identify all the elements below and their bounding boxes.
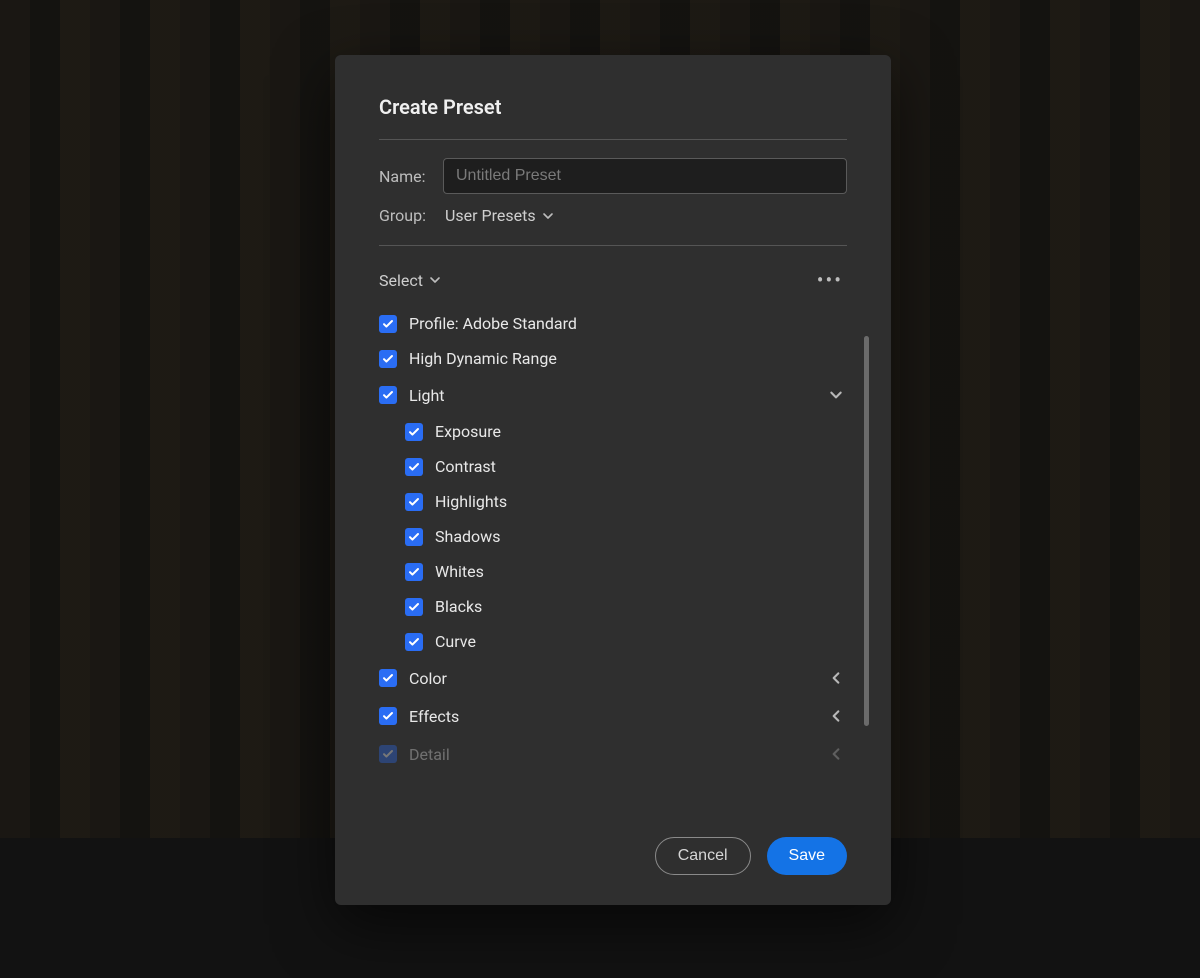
option-profile: Profile: Adobe Standard xyxy=(379,306,847,341)
option-detail: Detail xyxy=(379,735,847,773)
option-label: Blacks xyxy=(435,597,847,616)
chevron-down-icon xyxy=(429,274,441,286)
chevron-left-icon[interactable] xyxy=(825,667,847,689)
checkbox-exposure[interactable] xyxy=(405,423,423,441)
option-exposure: Exposure xyxy=(379,414,847,449)
chevron-down-icon[interactable] xyxy=(825,384,847,406)
dialog-footer: Cancel Save xyxy=(379,809,847,875)
chevron-down-icon xyxy=(542,210,554,222)
option-label: Color xyxy=(409,669,825,688)
options-scroll-area: Profile: Adobe Standard High Dynamic Ran… xyxy=(379,306,867,809)
option-label: Highlights xyxy=(435,492,847,511)
select-label: Select xyxy=(379,271,423,290)
scrollbar-track[interactable] xyxy=(863,306,869,809)
checkbox-contrast[interactable] xyxy=(405,458,423,476)
save-button[interactable]: Save xyxy=(767,837,847,875)
group-row: Group: User Presets xyxy=(379,206,847,225)
option-color: Color xyxy=(379,659,847,697)
checkbox-color[interactable] xyxy=(379,669,397,687)
preset-name-input[interactable] xyxy=(443,158,847,194)
options-list: Profile: Adobe Standard High Dynamic Ran… xyxy=(379,306,847,809)
group-value: User Presets xyxy=(445,206,536,225)
name-row: Name: xyxy=(379,158,847,194)
scrollbar-thumb[interactable] xyxy=(864,336,869,726)
checkbox-shadows[interactable] xyxy=(405,528,423,546)
option-curve: Curve xyxy=(379,624,847,659)
chevron-left-icon[interactable] xyxy=(825,743,847,765)
option-light: Light xyxy=(379,376,847,414)
dialog-title: Create Preset xyxy=(379,95,847,119)
option-highlights: Highlights xyxy=(379,484,847,519)
option-label: Shadows xyxy=(435,527,847,546)
option-shadows: Shadows xyxy=(379,519,847,554)
option-label: Whites xyxy=(435,562,847,581)
form-section: Name: Group: User Presets xyxy=(379,140,847,245)
option-label: Contrast xyxy=(435,457,847,476)
more-options-button[interactable]: ••• xyxy=(813,264,847,296)
checkbox-blacks[interactable] xyxy=(405,598,423,616)
option-label: Effects xyxy=(409,707,825,726)
option-blacks: Blacks xyxy=(379,589,847,624)
checkbox-profile[interactable] xyxy=(379,315,397,333)
group-label: Group: xyxy=(379,206,443,225)
cancel-button[interactable]: Cancel xyxy=(655,837,751,875)
checkbox-highlights[interactable] xyxy=(405,493,423,511)
option-label: Curve xyxy=(435,632,847,651)
create-preset-dialog: Create Preset Name: Group: User Presets … xyxy=(335,55,891,905)
checkbox-detail[interactable] xyxy=(379,745,397,763)
option-effects: Effects xyxy=(379,697,847,735)
chevron-left-icon[interactable] xyxy=(825,705,847,727)
select-dropdown[interactable]: Select xyxy=(379,271,441,290)
name-label: Name: xyxy=(379,167,443,186)
checkbox-light[interactable] xyxy=(379,386,397,404)
checkbox-curve[interactable] xyxy=(405,633,423,651)
option-whites: Whites xyxy=(379,554,847,589)
option-hdr: High Dynamic Range xyxy=(379,341,847,376)
select-bar: Select ••• xyxy=(379,246,847,306)
checkbox-hdr[interactable] xyxy=(379,350,397,368)
checkbox-effects[interactable] xyxy=(379,707,397,725)
option-label: Light xyxy=(409,386,825,405)
option-label: Profile: Adobe Standard xyxy=(409,314,847,333)
option-label: High Dynamic Range xyxy=(409,349,847,368)
group-select[interactable]: User Presets xyxy=(443,206,554,225)
checkbox-whites[interactable] xyxy=(405,563,423,581)
option-contrast: Contrast xyxy=(379,449,847,484)
option-label: Detail xyxy=(409,745,825,764)
option-label: Exposure xyxy=(435,422,847,441)
